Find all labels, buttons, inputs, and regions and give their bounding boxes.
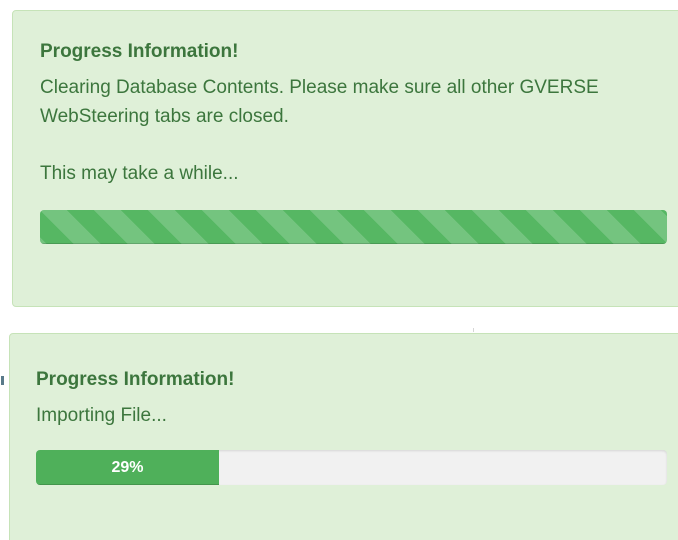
alert-title: Progress Information! xyxy=(40,41,239,62)
page: Progress Information! Clearing Database … xyxy=(0,0,678,540)
progress-bar-fill xyxy=(40,210,667,244)
alert-note: This may take a while... xyxy=(40,163,239,184)
progress-percent-label: 29% xyxy=(111,459,144,476)
alert-note: Importing File... xyxy=(36,405,167,426)
progress-alert-importing-file: Progress Information! Importing File... … xyxy=(9,333,678,540)
alert-title: Progress Information! xyxy=(36,369,235,390)
indeterminate-progress-bar xyxy=(40,210,667,244)
edge-mark xyxy=(1,376,4,385)
divider-tick xyxy=(473,328,474,332)
progress-alert-clearing-database: Progress Information! Clearing Database … xyxy=(12,10,678,307)
alert-message: Clearing Database Contents. Please make … xyxy=(40,77,599,127)
import-progress-bar: 29% xyxy=(36,450,667,485)
